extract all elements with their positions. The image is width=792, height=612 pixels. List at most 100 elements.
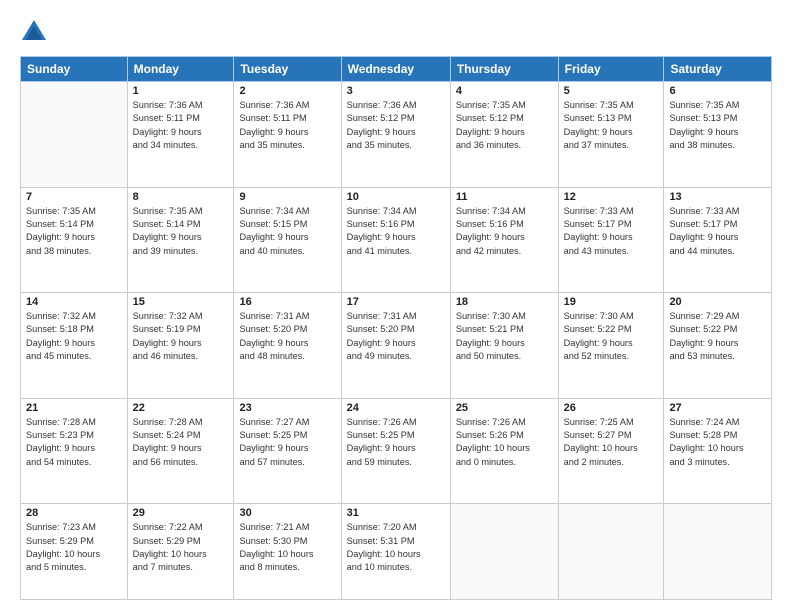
day-number: 2 [239, 85, 335, 97]
calendar-cell: 4 Sunrise: 7:35 AM Sunset: 5:12 PM Daylig… [450, 82, 558, 188]
cell-content: Sunrise: 7:33 AM Sunset: 5:17 PM Dayligh… [564, 205, 659, 258]
cell-content: Sunrise: 7:36 AM Sunset: 5:11 PM Dayligh… [239, 99, 335, 152]
day-number: 11 [456, 191, 553, 203]
cell-content: Sunrise: 7:32 AM Sunset: 5:18 PM Dayligh… [26, 310, 122, 363]
calendar-table: SundayMondayTuesdayWednesdayThursdayFrid… [20, 56, 772, 600]
calendar-cell: 3Sunrise: 7:36 AM Sunset: 5:12 PM Daylig… [341, 82, 450, 188]
day-number: 13 [669, 191, 766, 203]
day-number: 27 [669, 402, 766, 414]
calendar-cell: 5 Sunrise: 7:35 AM Sunset: 5:13 PM Daylig… [558, 82, 664, 188]
day-number: 29 [133, 507, 229, 519]
day-number: 30 [239, 507, 335, 519]
day-header-sunday: Sunday [21, 57, 128, 82]
calendar-cell: 12 Sunrise: 7:33 AM Sunset: 5:17 PM Dayli… [558, 187, 664, 293]
cell-content: Sunrise: 7:33 AM Sunset: 5:17 PM Dayligh… [669, 205, 766, 258]
day-number: 16 [239, 296, 335, 308]
day-header-tuesday: Tuesday [234, 57, 341, 82]
cell-content: Sunrise: 7:21 AM Sunset: 5:30 PM Dayligh… [239, 521, 335, 574]
calendar-cell: 17Sunrise: 7:31 AM Sunset: 5:20 PM Dayli… [341, 293, 450, 399]
cell-content: Sunrise: 7:31 AM Sunset: 5:20 PM Dayligh… [239, 310, 335, 363]
day-number: 28 [26, 507, 122, 519]
calendar-cell: 22Sunrise: 7:28 AM Sunset: 5:24 PM Dayli… [127, 398, 234, 504]
cell-content: Sunrise: 7:32 AM Sunset: 5:19 PM Dayligh… [133, 310, 229, 363]
cell-content: Sunrise: 7:28 AM Sunset: 5:23 PM Dayligh… [26, 416, 122, 469]
cell-content: Sunrise: 7:36 AM Sunset: 5:11 PM Dayligh… [133, 99, 229, 152]
calendar-cell [450, 504, 558, 600]
day-number: 20 [669, 296, 766, 308]
calendar-cell: 16 Sunrise: 7:31 AM Sunset: 5:20 PM Dayli… [234, 293, 341, 399]
day-number: 3 [347, 85, 445, 97]
page: SundayMondayTuesdayWednesdayThursdayFrid… [0, 0, 792, 612]
cell-content: Sunrise: 7:34 AM Sunset: 5:15 PM Dayligh… [239, 205, 335, 258]
calendar-week-2: 7 Sunrise: 7:35 AM Sunset: 5:14 PM Daylig… [21, 187, 772, 293]
calendar-cell: 28 Sunrise: 7:23 AM Sunset: 5:29 PM Dayli… [21, 504, 128, 600]
calendar-cell: 30 Sunrise: 7:21 AM Sunset: 5:30 PM Dayli… [234, 504, 341, 600]
day-number: 25 [456, 402, 553, 414]
day-number: 21 [26, 402, 122, 414]
cell-content: Sunrise: 7:27 AM Sunset: 5:25 PM Dayligh… [239, 416, 335, 469]
calendar-cell: 19 Sunrise: 7:30 AM Sunset: 5:22 PM Dayli… [558, 293, 664, 399]
day-number: 26 [564, 402, 659, 414]
day-number: 18 [456, 296, 553, 308]
calendar-cell: 31 Sunrise: 7:20 AM Sunset: 5:31 PM Dayli… [341, 504, 450, 600]
calendar-cell: 18 Sunrise: 7:30 AM Sunset: 5:21 PM Dayli… [450, 293, 558, 399]
calendar-week-1: 1Sunrise: 7:36 AM Sunset: 5:11 PM Daylig… [21, 82, 772, 188]
day-number: 22 [133, 402, 229, 414]
day-number: 15 [133, 296, 229, 308]
calendar-cell: 9Sunrise: 7:34 AM Sunset: 5:15 PM Daylig… [234, 187, 341, 293]
day-number: 10 [347, 191, 445, 203]
calendar-cell [664, 504, 772, 600]
calendar-cell: 6 Sunrise: 7:35 AM Sunset: 5:13 PM Daylig… [664, 82, 772, 188]
calendar-cell: 8 Sunrise: 7:35 AM Sunset: 5:14 PM Daylig… [127, 187, 234, 293]
day-number: 8 [133, 191, 229, 203]
cell-content: Sunrise: 7:34 AM Sunset: 5:16 PM Dayligh… [347, 205, 445, 258]
day-number: 14 [26, 296, 122, 308]
calendar-cell [558, 504, 664, 600]
cell-content: Sunrise: 7:20 AM Sunset: 5:31 PM Dayligh… [347, 521, 445, 574]
cell-content: Sunrise: 7:35 AM Sunset: 5:12 PM Dayligh… [456, 99, 553, 152]
day-header-friday: Friday [558, 57, 664, 82]
calendar-cell: 7 Sunrise: 7:35 AM Sunset: 5:14 PM Daylig… [21, 187, 128, 293]
logo [20, 18, 52, 46]
cell-content: Sunrise: 7:35 AM Sunset: 5:13 PM Dayligh… [564, 99, 659, 152]
calendar-cell: 14 Sunrise: 7:32 AM Sunset: 5:18 PM Dayli… [21, 293, 128, 399]
cell-content: Sunrise: 7:22 AM Sunset: 5:29 PM Dayligh… [133, 521, 229, 574]
calendar-cell: 21 Sunrise: 7:28 AM Sunset: 5:23 PM Dayli… [21, 398, 128, 504]
day-header-monday: Monday [127, 57, 234, 82]
calendar-cell: 11 Sunrise: 7:34 AM Sunset: 5:16 PM Dayli… [450, 187, 558, 293]
calendar-cell: 10 Sunrise: 7:34 AM Sunset: 5:16 PM Dayli… [341, 187, 450, 293]
cell-content: Sunrise: 7:24 AM Sunset: 5:28 PM Dayligh… [669, 416, 766, 469]
cell-content: Sunrise: 7:26 AM Sunset: 5:25 PM Dayligh… [347, 416, 445, 469]
cell-content: Sunrise: 7:35 AM Sunset: 5:14 PM Dayligh… [26, 205, 122, 258]
logo-icon [20, 18, 48, 46]
calendar-cell: 20 Sunrise: 7:29 AM Sunset: 5:22 PM Dayli… [664, 293, 772, 399]
day-number: 4 [456, 85, 553, 97]
cell-content: Sunrise: 7:35 AM Sunset: 5:14 PM Dayligh… [133, 205, 229, 258]
cell-content: Sunrise: 7:30 AM Sunset: 5:21 PM Dayligh… [456, 310, 553, 363]
day-header-saturday: Saturday [664, 57, 772, 82]
day-number: 31 [347, 507, 445, 519]
day-header-wednesday: Wednesday [341, 57, 450, 82]
calendar-header-row: SundayMondayTuesdayWednesdayThursdayFrid… [21, 57, 772, 82]
day-header-thursday: Thursday [450, 57, 558, 82]
cell-content: Sunrise: 7:23 AM Sunset: 5:29 PM Dayligh… [26, 521, 122, 574]
calendar-cell: 24Sunrise: 7:26 AM Sunset: 5:25 PM Dayli… [341, 398, 450, 504]
cell-content: Sunrise: 7:30 AM Sunset: 5:22 PM Dayligh… [564, 310, 659, 363]
day-number: 23 [239, 402, 335, 414]
cell-content: Sunrise: 7:34 AM Sunset: 5:16 PM Dayligh… [456, 205, 553, 258]
calendar-week-4: 21 Sunrise: 7:28 AM Sunset: 5:23 PM Dayli… [21, 398, 772, 504]
calendar-cell: 27 Sunrise: 7:24 AM Sunset: 5:28 PM Dayli… [664, 398, 772, 504]
day-number: 6 [669, 85, 766, 97]
cell-content: Sunrise: 7:26 AM Sunset: 5:26 PM Dayligh… [456, 416, 553, 469]
day-number: 12 [564, 191, 659, 203]
calendar-cell: 15 Sunrise: 7:32 AM Sunset: 5:19 PM Dayli… [127, 293, 234, 399]
cell-content: Sunrise: 7:35 AM Sunset: 5:13 PM Dayligh… [669, 99, 766, 152]
calendar-cell [21, 82, 128, 188]
day-number: 19 [564, 296, 659, 308]
calendar-week-3: 14 Sunrise: 7:32 AM Sunset: 5:18 PM Dayli… [21, 293, 772, 399]
day-number: 7 [26, 191, 122, 203]
calendar-cell: 23 Sunrise: 7:27 AM Sunset: 5:25 PM Dayli… [234, 398, 341, 504]
day-number: 5 [564, 85, 659, 97]
cell-content: Sunrise: 7:29 AM Sunset: 5:22 PM Dayligh… [669, 310, 766, 363]
calendar-cell: 1Sunrise: 7:36 AM Sunset: 5:11 PM Daylig… [127, 82, 234, 188]
